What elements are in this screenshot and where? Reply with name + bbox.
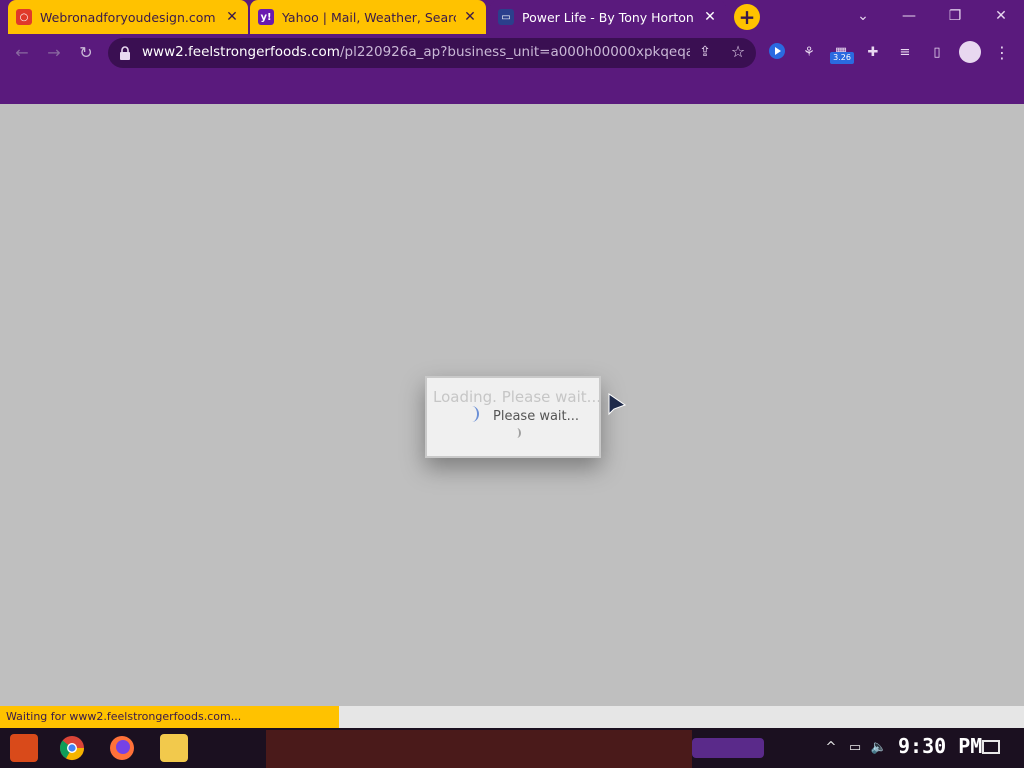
status-bar: Waiting for www2.feelstrongerfoods.com..… — [0, 706, 339, 728]
lock-icon — [120, 46, 130, 60]
new-tab-button[interactable]: + — [734, 4, 760, 30]
reload-icon[interactable]: ↻ — [74, 42, 98, 64]
small-spinner-icon — [513, 428, 521, 438]
back-icon[interactable]: ← — [10, 42, 34, 64]
start-icon[interactable] — [10, 734, 38, 762]
browser-chrome: ○ Webronadforyoudesign.com Ad ✕ y! Yahoo… — [0, 0, 1024, 104]
bookmarks-bar — [0, 72, 1024, 104]
loading-dialog: Loading. Please wait... Please wait... — [425, 376, 601, 458]
tab-search-icon[interactable]: ⌄ — [851, 6, 875, 26]
taskbar-preview[interactable] — [266, 730, 692, 768]
tab-title: Power Life - By Tony Horton — [522, 9, 694, 25]
tab-webronad[interactable]: ○ Webronadforyoudesign.com Ad ✕ — [8, 0, 248, 34]
side-panel-icon[interactable]: ▯ — [926, 42, 948, 64]
please-wait-text: Please wait... — [493, 409, 580, 424]
chevron-up-icon[interactable]: ^ — [822, 740, 840, 755]
close-window-icon[interactable]: ✕ — [989, 6, 1013, 26]
address-bar[interactable]: www2.feelstrongerfoods.com/pl220926a_ap?… — [108, 38, 756, 68]
tab-title: Webronadforyoudesign.com Ad — [40, 9, 218, 25]
url-domain: www2.feelstrongerfoods.com — [142, 44, 340, 60]
yahoo-icon: y! — [258, 9, 274, 25]
close-tab-icon[interactable]: ✕ — [702, 9, 718, 25]
toolbar: ← → ↻ www2.feelstrongerfoods.com/pl22092… — [0, 34, 1024, 72]
minimize-icon[interactable]: — — [897, 6, 921, 26]
tab-title: Yahoo | Mail, Weather, Search — [282, 9, 456, 25]
translate-extension-icon[interactable]: ⚘ — [798, 42, 820, 64]
chrome-icon[interactable] — [58, 734, 86, 762]
page-content: Loading. Please wait... Please wait... — [0, 104, 1024, 706]
tab-power-life[interactable]: ▭ Power Life - By Tony Horton ✕ — [490, 0, 726, 34]
magnifier-icon: ○ — [16, 9, 32, 25]
file-explorer-icon[interactable] — [160, 734, 188, 762]
spinner-icon — [465, 406, 479, 422]
bookmark-star-icon[interactable]: ☆ — [728, 42, 748, 62]
extension-badge: 3.26 — [830, 52, 854, 64]
volume-icon[interactable]: 🔈 — [870, 740, 888, 755]
puzzle-extensions-icon[interactable]: ✚ — [862, 42, 884, 64]
site-icon: ▭ — [498, 9, 514, 25]
notification-icon[interactable] — [982, 740, 1000, 754]
url-path: /pl220926a_ap?business_unit=a000h00000xp… — [339, 44, 690, 60]
taskbar-bar — [692, 738, 764, 758]
loading-ghost-text: Loading. Please wait... — [433, 388, 601, 406]
play-extension-icon[interactable] — [766, 42, 788, 64]
network-icon[interactable]: ▭ — [846, 740, 864, 755]
restore-icon[interactable]: ❐ — [943, 6, 967, 26]
mouse-pointer-icon — [608, 393, 627, 416]
tab-strip: ○ Webronadforyoudesign.com Ad ✕ y! Yahoo… — [0, 0, 1024, 34]
profile-avatar[interactable] — [959, 41, 981, 63]
forward-icon[interactable]: → — [42, 42, 66, 64]
share-icon[interactable]: ⇪ — [696, 44, 714, 62]
tab-yahoo[interactable]: y! Yahoo | Mail, Weather, Search ✕ — [250, 0, 486, 34]
status-strip — [339, 706, 1024, 728]
close-tab-icon[interactable]: ✕ — [462, 9, 478, 25]
reading-list-icon[interactable]: ≡ — [894, 42, 916, 64]
close-tab-icon[interactable]: ✕ — [224, 9, 240, 25]
kebab-menu-icon[interactable]: ⋮ — [992, 42, 1012, 64]
taskbar-clock[interactable]: 9:30 PM — [898, 734, 982, 758]
url-text: www2.feelstrongerfoods.com/pl220926a_ap?… — [142, 44, 690, 60]
firefox-icon[interactable] — [108, 734, 136, 762]
